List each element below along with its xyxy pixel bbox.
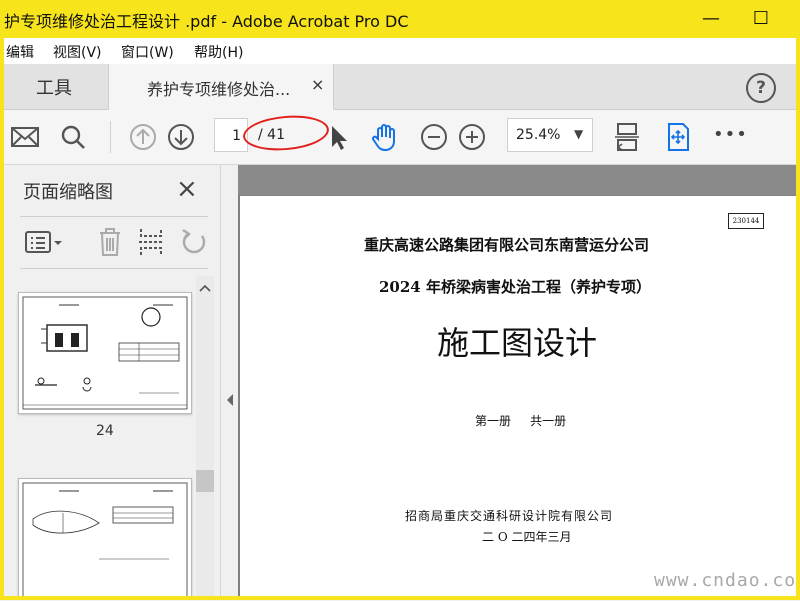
- panel-divider: [20, 216, 208, 217]
- zoom-out-icon[interactable]: [417, 120, 451, 154]
- hand-tool-icon[interactable]: [369, 120, 403, 154]
- help-icon[interactable]: ?: [746, 73, 776, 103]
- page-thumbnail-25[interactable]: [18, 478, 192, 598]
- document-volume: 第一册 共一册: [475, 414, 567, 428]
- chevron-down-icon: ▼: [574, 127, 584, 141]
- panel-divider: [20, 268, 208, 269]
- thumbnail-label: 24: [96, 423, 114, 439]
- window-title: 护专项维修处治工程设计 .pdf - Adobe Acrobat Pro DC: [4, 12, 409, 31]
- more-icon[interactable]: •••: [713, 124, 748, 145]
- insert-page-icon[interactable]: [138, 226, 164, 258]
- thumbnail-scrollbar[interactable]: [196, 276, 214, 596]
- trash-icon[interactable]: [96, 226, 124, 258]
- watermark: www.cndao.com: [654, 570, 800, 591]
- maximize-button[interactable]: ☐: [748, 6, 774, 32]
- page-thumbnail-24[interactable]: [18, 292, 192, 414]
- window-border: [0, 0, 4, 600]
- select-cursor-icon[interactable]: [322, 120, 356, 154]
- search-icon[interactable]: [56, 120, 90, 154]
- minimize-button[interactable]: —: [698, 6, 724, 32]
- window-border: [0, 596, 800, 600]
- tab-document-label: 养护专项维修处治...: [147, 80, 291, 99]
- scrollbar-thumb[interactable]: [196, 470, 214, 492]
- document-code: 230144: [728, 213, 764, 229]
- full-screen-icon[interactable]: [661, 120, 695, 154]
- next-page-icon[interactable]: [164, 120, 198, 154]
- thumbnail-drawing: [22, 296, 188, 410]
- toolbar-separator: [110, 121, 111, 153]
- tab-close-icon[interactable]: ×: [311, 75, 324, 94]
- panel-collapse-handle[interactable]: [222, 165, 238, 596]
- zoom-select[interactable]: 25.4% ▼: [507, 118, 593, 152]
- document-date: 二 O 二四年三月: [482, 530, 572, 544]
- menu-view[interactable]: 视图(V): [53, 42, 102, 62]
- scroll-up-icon[interactable]: [198, 282, 212, 294]
- document-company: 重庆高速公路集团有限公司东南营运分公司: [364, 236, 650, 254]
- tab-document[interactable]: 养护专项维修处治... ×: [108, 64, 334, 110]
- panel-title: 页面缩略图: [23, 182, 113, 203]
- document-designer: 招商局重庆交通科研设计院有限公司: [405, 509, 614, 523]
- rotate-icon[interactable]: [178, 226, 210, 258]
- document-project: 2024 年桥梁病害处治工程（养护专项）: [379, 278, 651, 296]
- menu-edit[interactable]: 编辑: [6, 42, 34, 62]
- options-menu-icon[interactable]: [24, 228, 64, 258]
- zoom-value: 25.4%: [516, 127, 561, 143]
- previous-page-icon[interactable]: [126, 120, 160, 154]
- document-heading: 施工图设计: [437, 324, 598, 362]
- fit-page-icon[interactable]: [610, 120, 644, 154]
- menu-window[interactable]: 窗口(W): [121, 42, 174, 62]
- mail-icon[interactable]: [8, 120, 42, 154]
- document-gutter: [238, 165, 796, 195]
- window-border: [796, 0, 800, 600]
- zoom-in-icon[interactable]: [455, 120, 489, 154]
- thumbnail-drawing: [22, 482, 188, 598]
- menu-help[interactable]: 帮助(H): [194, 42, 243, 62]
- collapse-left-icon[interactable]: [225, 393, 235, 407]
- panel-close-icon[interactable]: ×: [176, 174, 198, 204]
- tab-tools[interactable]: 工具: [4, 64, 108, 109]
- tab-tools-label: 工具: [36, 78, 72, 99]
